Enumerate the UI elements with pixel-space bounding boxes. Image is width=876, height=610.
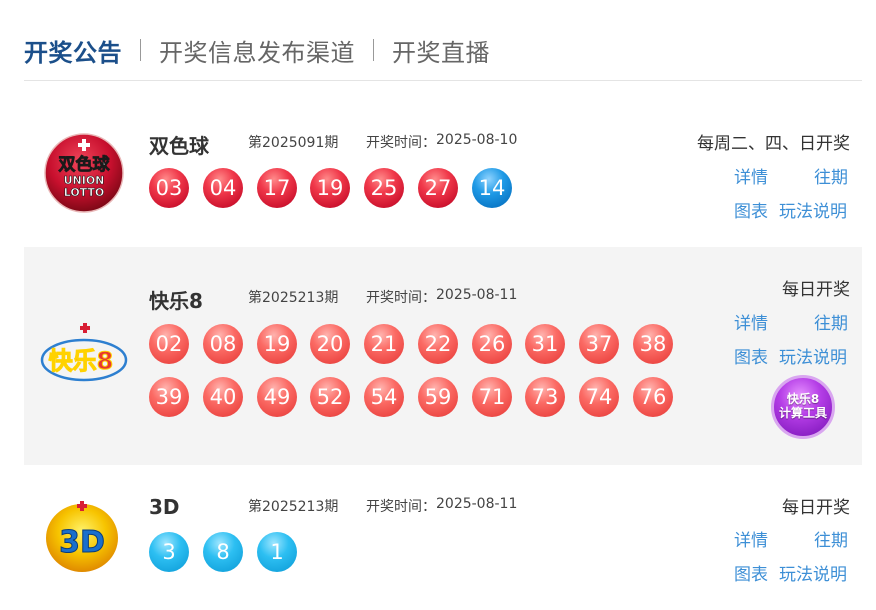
draw-time: 开奖时间： 2025-08-11 xyxy=(366,287,517,307)
draw-time-label: 开奖时间： xyxy=(366,499,436,515)
number-ball: 08 xyxy=(203,324,243,364)
tab-divider xyxy=(140,39,141,61)
red-ball: 04 xyxy=(203,168,243,208)
number-ball: 31 xyxy=(525,324,565,364)
rules-link[interactable]: 玩法说明 xyxy=(779,560,847,585)
number-ball: 20 xyxy=(310,324,350,364)
detail-link[interactable]: 详情 xyxy=(734,309,768,334)
number-ball: 1 xyxy=(257,532,297,572)
chart-link[interactable]: 图表 xyxy=(734,560,768,585)
rules-link[interactable]: 玩法说明 xyxy=(779,343,847,368)
draw-time-label: 开奖时间： xyxy=(366,135,436,151)
fc3d-section: 3D 3D 第2025213期 开奖时间： 2025-08-11 每日开奖 3 … xyxy=(24,470,862,610)
number-ball: 49 xyxy=(257,377,297,417)
history-link[interactable]: 往期 xyxy=(814,526,848,551)
tab-divider xyxy=(373,39,374,61)
draw-date: 2025-08-11 xyxy=(436,287,518,303)
red-ball: 17 xyxy=(257,168,297,208)
kl8-logo-icon: 快乐8 xyxy=(34,322,134,392)
chart-link[interactable]: 图表 xyxy=(734,197,768,222)
draw-date: 2025-08-10 xyxy=(436,132,518,148)
red-ball: 27 xyxy=(418,168,458,208)
tab-underline-divider xyxy=(24,80,862,81)
number-ball: 8 xyxy=(203,532,243,572)
kl8-section: 快乐8 快乐8 第2025213期 开奖时间： 2025-08-11 每日开奖 … xyxy=(24,247,862,465)
number-ball: 21 xyxy=(364,324,404,364)
number-ball: 39 xyxy=(149,377,189,417)
red-ball: 03 xyxy=(149,168,189,208)
draw-schedule: 每周二、四、日开奖 xyxy=(697,134,850,154)
svg-text:LOTTO: LOTTO xyxy=(64,186,105,199)
svg-text:双色球: 双色球 xyxy=(59,154,111,175)
issue-number: 第2025091期 xyxy=(248,135,339,151)
issue-number: 第2025213期 xyxy=(248,290,339,306)
red-ball: 25 xyxy=(364,168,404,208)
red-ball: 19 xyxy=(310,168,350,208)
tab-draw-channels[interactable]: 开奖信息发布渠道 xyxy=(159,33,355,68)
number-ball: 19 xyxy=(257,324,297,364)
number-ball: 73 xyxy=(525,377,565,417)
number-ball: 40 xyxy=(203,377,243,417)
tab-draw-announcement[interactable]: 开奖公告 xyxy=(24,33,122,68)
detail-link[interactable]: 详情 xyxy=(734,163,768,188)
tab-bar: 开奖公告 开奖信息发布渠道 开奖直播 xyxy=(24,30,490,70)
svg-text:快乐8: 快乐8 xyxy=(49,347,114,375)
draw-time-label: 开奖时间： xyxy=(366,290,436,306)
draw-time: 开奖时间： 2025-08-11 xyxy=(366,496,517,516)
kl8-calculator-button[interactable]: 快乐8 计算工具 xyxy=(771,375,835,439)
number-ball: 76 xyxy=(633,377,673,417)
game-name: 双色球 xyxy=(149,134,209,158)
number-ball: 22 xyxy=(418,324,458,364)
chart-link[interactable]: 图表 xyxy=(734,343,768,368)
number-ball: 38 xyxy=(633,324,673,364)
draw-time: 开奖时间： 2025-08-10 xyxy=(366,132,517,152)
ssq-logo-icon: 双色球 UNION LOTTO xyxy=(44,133,124,213)
number-ball: 26 xyxy=(472,324,512,364)
draw-schedule: 每日开奖 xyxy=(782,280,850,300)
game-name: 快乐8 xyxy=(149,289,203,313)
issue-number: 第2025213期 xyxy=(248,499,339,515)
blue-ball: 14 xyxy=(472,168,512,208)
number-ball: 54 xyxy=(364,377,404,417)
game-name: 3D xyxy=(149,495,180,519)
tab-live-draw[interactable]: 开奖直播 xyxy=(392,33,490,68)
number-ball: 74 xyxy=(579,377,619,417)
history-link[interactable]: 往期 xyxy=(814,309,848,334)
fc3d-logo-icon: 3D xyxy=(42,496,122,576)
number-ball: 71 xyxy=(472,377,512,417)
history-link[interactable]: 往期 xyxy=(814,163,848,188)
svg-text:3D: 3D xyxy=(59,525,105,560)
draw-date: 2025-08-11 xyxy=(436,496,518,512)
rules-link[interactable]: 玩法说明 xyxy=(779,197,847,222)
detail-link[interactable]: 详情 xyxy=(734,526,768,551)
number-ball: 52 xyxy=(310,377,350,417)
number-ball: 37 xyxy=(579,324,619,364)
calc-label-line1: 快乐8 xyxy=(786,392,820,407)
number-ball: 59 xyxy=(418,377,458,417)
ssq-section: 双色球 UNION LOTTO 双色球 第2025091期 开奖时间： 2025… xyxy=(24,100,862,246)
calc-label-line2: 计算工具 xyxy=(778,406,827,420)
number-ball: 3 xyxy=(149,532,189,572)
number-ball: 02 xyxy=(149,324,189,364)
draw-schedule: 每日开奖 xyxy=(782,498,850,518)
